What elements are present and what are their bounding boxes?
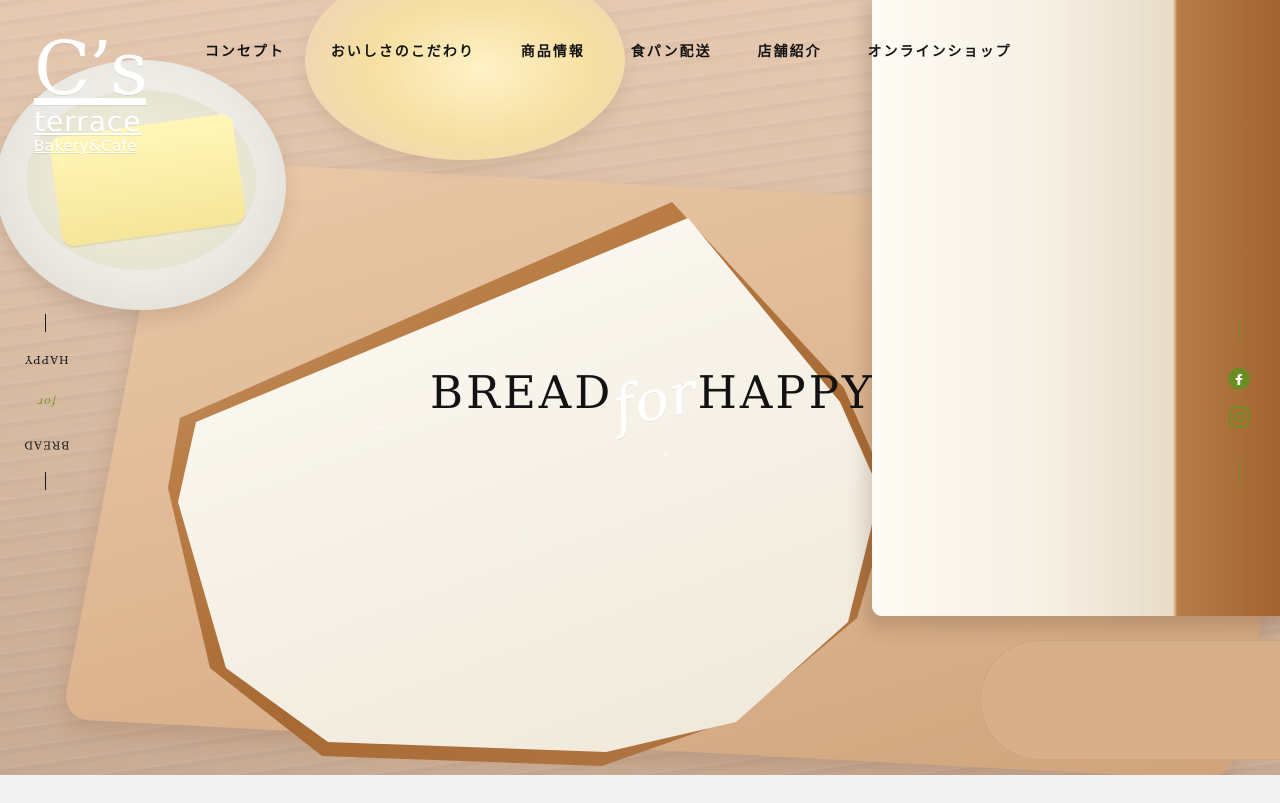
hero-title-left: BREAD: [430, 366, 614, 419]
logo-name: terrace: [34, 105, 142, 138]
hero-title-script: for: [607, 359, 704, 442]
page-bottom-strip: [0, 775, 1280, 803]
brand-logo[interactable]: C’s terrace Bakery&Cafe: [34, 32, 174, 167]
cutting-board-handle: [980, 640, 1280, 760]
site-header: C’s terrace Bakery&Cafe コンセプト おいしさのこだわり …: [0, 0, 1280, 170]
nav-delivery[interactable]: 食パン配送: [631, 41, 712, 61]
instagram-icon[interactable]: [1226, 404, 1252, 430]
nav-quality[interactable]: おいしさのこだわり: [331, 41, 475, 61]
side-tagline-vertical: BREAD for HAPPY: [23, 337, 69, 468]
facebook-icon[interactable]: [1226, 366, 1252, 392]
side-tagline-right: HAPPY: [23, 352, 69, 366]
side-tagline: BREAD for HAPPY: [23, 314, 69, 490]
logo-mark: C’s: [34, 26, 148, 112]
social-icons: [1226, 366, 1252, 436]
top-nav: コンセプト おいしさのこだわり 商品情報 食パン配送 店舗紹介 オンラインショッ…: [205, 40, 1012, 62]
nav-concept[interactable]: コンセプト: [205, 41, 285, 61]
logo-sub: Bakery&Cafe: [34, 137, 138, 155]
side-tagline-line-bottom: [45, 472, 46, 490]
side-tagline-left: BREAD: [22, 437, 70, 451]
social-line-bottom: [1238, 461, 1239, 485]
hero-title-right: HAPPY: [697, 366, 875, 419]
nav-products[interactable]: 商品情報: [521, 41, 585, 61]
hero-section: C’s terrace Bakery&Cafe コンセプト おいしさのこだわり …: [0, 0, 1280, 775]
social-links: [1224, 320, 1254, 485]
side-tagline-for: for: [36, 394, 56, 408]
hero-title: BREAD for HAPPY: [430, 355, 872, 441]
nav-online-shop[interactable]: オンラインショップ: [868, 41, 1012, 61]
side-tagline-text: BREAD for HAPPY: [23, 346, 69, 458]
nav-stores[interactable]: 店舗紹介: [758, 41, 822, 61]
social-line-top: [1238, 320, 1239, 344]
side-tagline-line-top: [45, 314, 46, 332]
